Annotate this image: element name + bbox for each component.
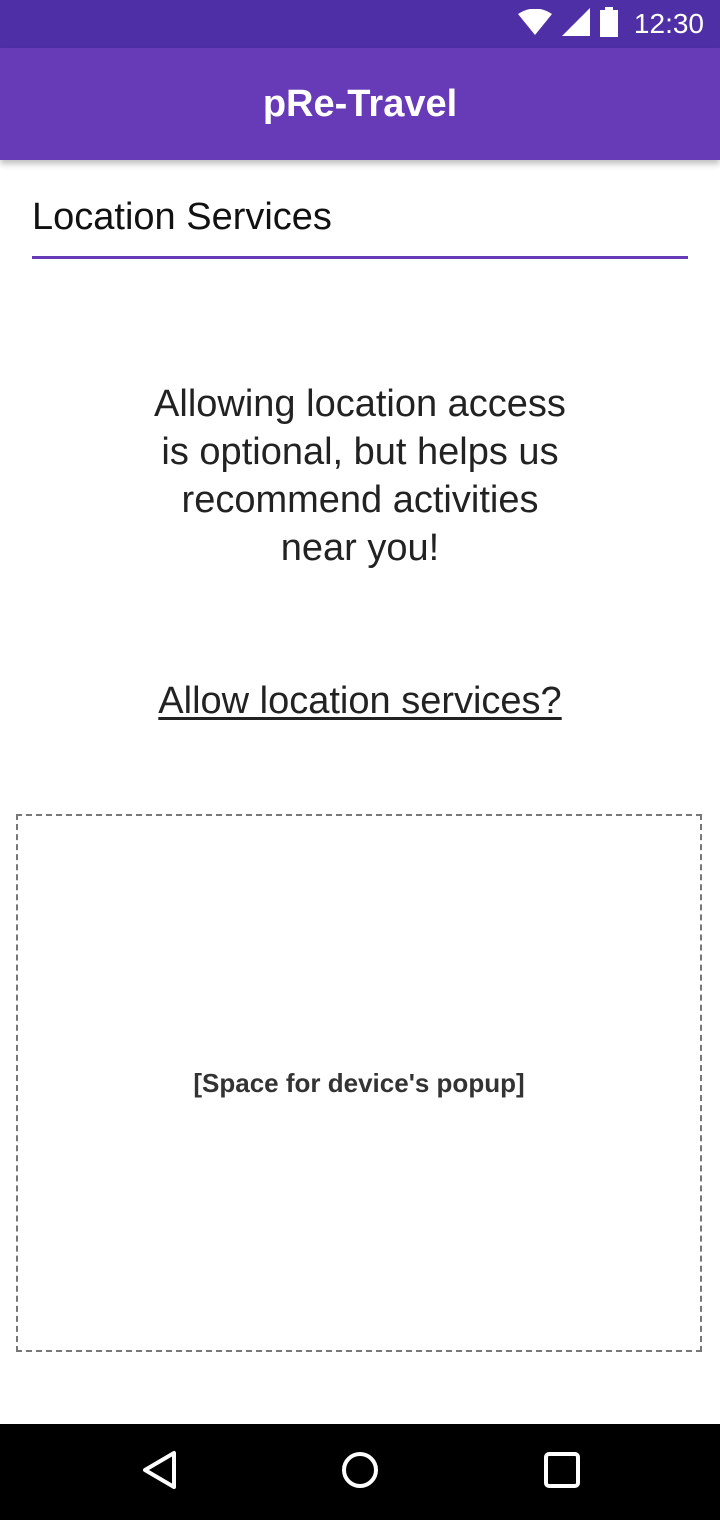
home-icon [340, 1450, 380, 1495]
status-bar: 12:30 [0, 0, 720, 48]
allow-location-link[interactable]: Allow location services? [0, 680, 720, 723]
nav-bar [0, 1424, 720, 1520]
popup-placeholder-label: [Space for device's popup] [193, 1067, 525, 1098]
app-bar: pRe-Travel [0, 48, 720, 160]
recents-button[interactable] [514, 1424, 610, 1520]
signal-icon [561, 7, 590, 41]
recents-icon [542, 1450, 582, 1495]
screen: 12:30 pRe-Travel Location Services Allow… [0, 0, 720, 1520]
app-title: pRe-Travel [262, 82, 458, 125]
wifi-icon [517, 8, 552, 40]
section-underline [32, 256, 688, 259]
section-title: Location Services [32, 196, 332, 238]
status-icons: 12:30 [517, 0, 704, 48]
back-button[interactable] [112, 1424, 208, 1520]
status-time: 12:30 [633, 8, 704, 39]
popup-placeholder: [Space for device's popup] [16, 814, 702, 1352]
home-button[interactable] [312, 1424, 408, 1520]
location-message: Allowing location access is optional, bu… [154, 383, 566, 569]
battery-icon [599, 6, 618, 42]
back-icon [140, 1450, 180, 1495]
